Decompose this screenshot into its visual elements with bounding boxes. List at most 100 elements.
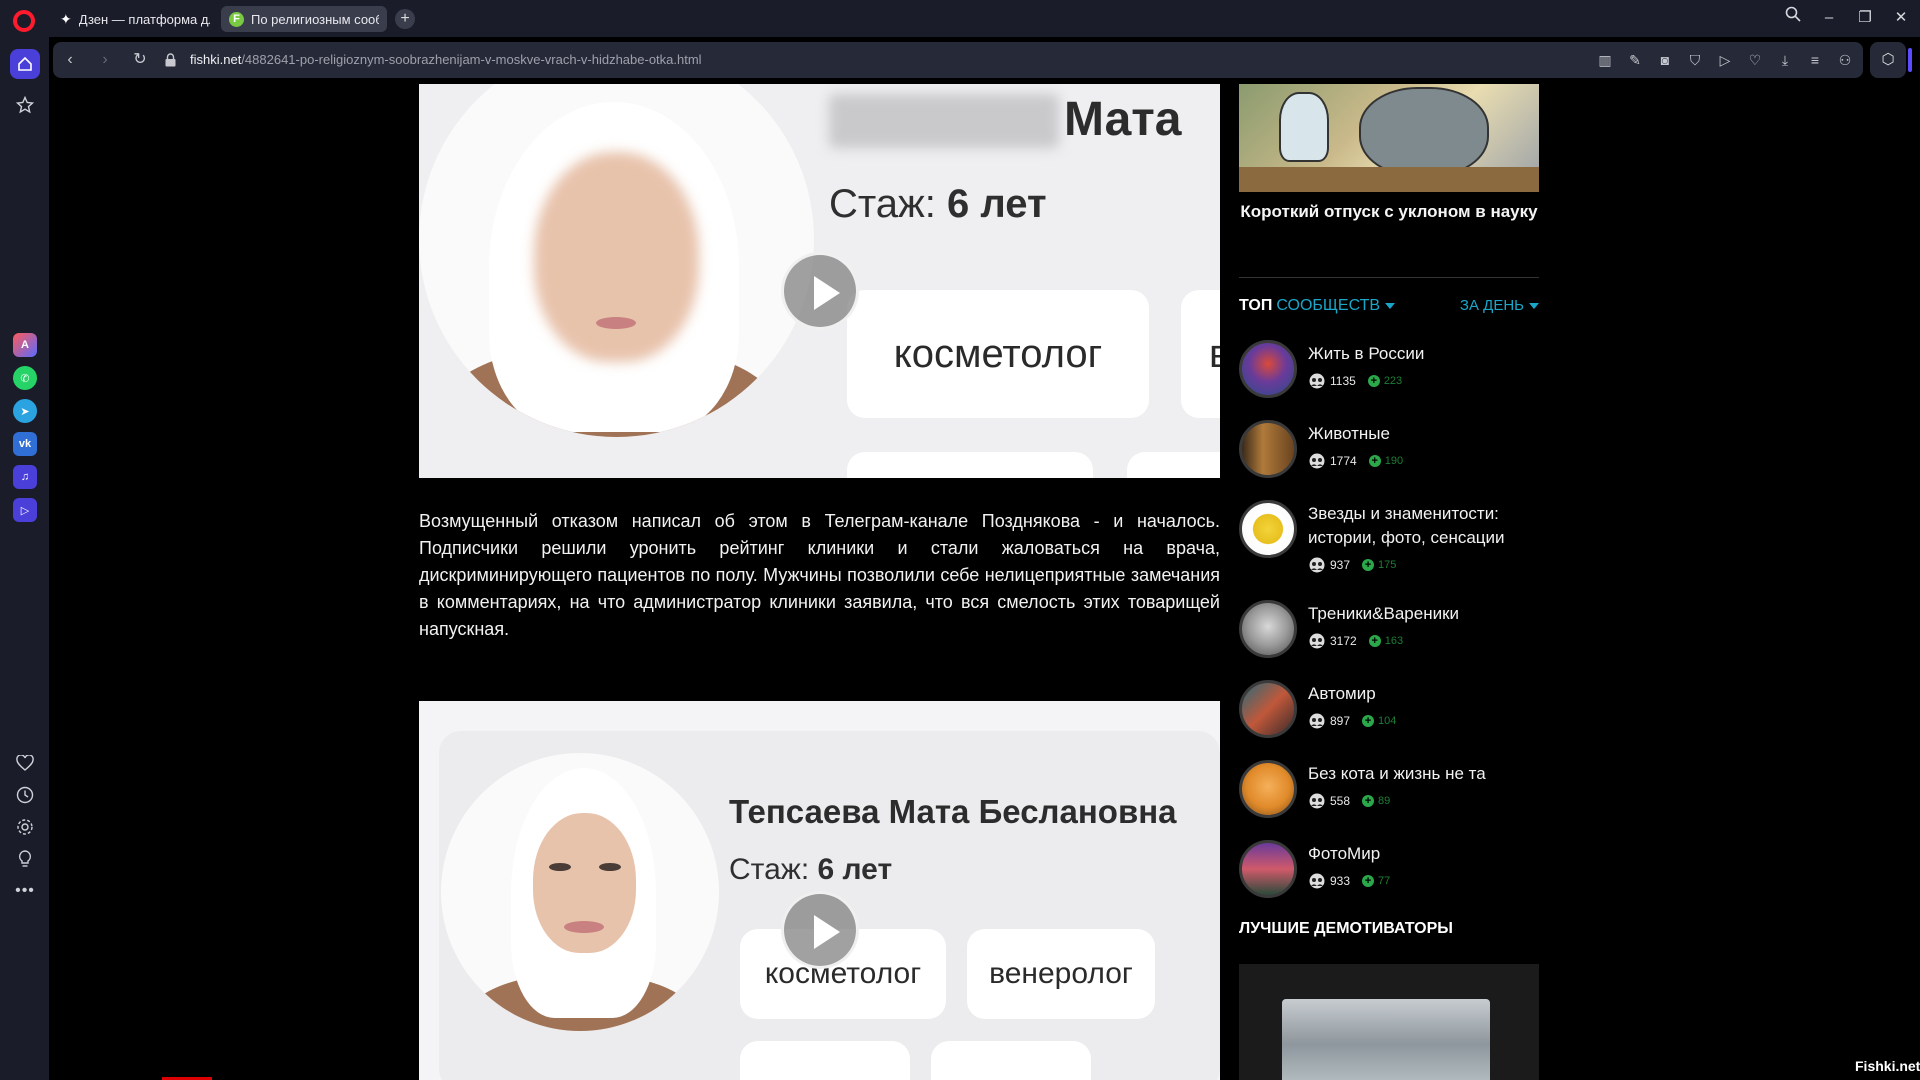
opera-logo-icon[interactable] xyxy=(13,10,35,32)
members-icon xyxy=(1309,453,1325,469)
bookmarks-star-icon[interactable] xyxy=(12,92,38,118)
edit-icon[interactable]: ✎ xyxy=(1626,51,1644,69)
top-communities-heading[interactable]: ТОП СООБЩЕСТВ xyxy=(1239,297,1396,315)
specialty-chip xyxy=(740,1041,910,1080)
webpage-viewport: Мата Стаж: 6 лет косметолог в Возмущенны… xyxy=(53,84,1906,1080)
growth-plus-icon: + xyxy=(1362,875,1375,887)
community-avatar xyxy=(1239,600,1297,658)
growth-plus-icon: + xyxy=(1362,795,1375,807)
doctor-name: Тепсаева Мата Беслановна xyxy=(729,793,1177,830)
back-arrow-icon[interactable]: ‹ xyxy=(60,50,80,70)
flow-send-icon[interactable]: ▷ xyxy=(1716,51,1734,69)
reader-mode-icon[interactable]: ▥ xyxy=(1596,51,1614,69)
dzen-favicon-icon: ✦ xyxy=(60,10,72,27)
history-clock-icon[interactable] xyxy=(12,782,38,808)
promo-image[interactable] xyxy=(1239,84,1539,192)
new-tab-button[interactable]: + xyxy=(395,9,415,29)
close-window-button[interactable]: ✕ xyxy=(1888,6,1914,30)
community-stats: 3172 + 163 xyxy=(1308,633,1403,649)
aria-app-icon[interactable]: A xyxy=(13,333,37,357)
restore-button[interactable]: ❐ xyxy=(1852,6,1878,30)
video-player-1[interactable]: Мата Стаж: 6 лет косметолог в xyxy=(419,84,1220,478)
community-name: Животные xyxy=(1308,424,1390,443)
shield-icon[interactable]: ⛉ xyxy=(1686,51,1704,69)
vk-icon[interactable]: vk xyxy=(13,432,37,456)
doctor-photo xyxy=(419,84,814,437)
reload-icon[interactable]: ↻ xyxy=(130,50,150,70)
community-name: Звезды и знаменитости: истории, фото, се… xyxy=(1308,504,1505,547)
specialty-chip: в xyxy=(1181,290,1220,418)
player-icon[interactable]: ▷ xyxy=(13,498,37,522)
download-icon[interactable]: ⤓ xyxy=(1776,51,1794,69)
tab-strip: ✦ Дзен — платформа для п F По религиозны… xyxy=(0,0,1920,37)
community-item[interactable]: Звезды и знаменитости: истории, фото, се… xyxy=(1239,500,1539,584)
tab-label: Дзен — платформа для п xyxy=(78,11,210,27)
home-icon[interactable] xyxy=(10,49,40,79)
community-name: Без кота и жизнь не та xyxy=(1308,764,1486,783)
community-item[interactable]: Жить в России 1135 + 223 xyxy=(1239,340,1539,402)
tab-fishki-active[interactable]: F По религиозным сообра xyxy=(221,6,387,32)
tab-dzen[interactable]: ✦ Дзен — платформа для п xyxy=(52,6,218,32)
community-item[interactable]: Треники&Вареники 3172 + 163 xyxy=(1239,600,1539,662)
settings-gear-icon[interactable] xyxy=(12,814,38,840)
chevron-down-icon xyxy=(1385,302,1396,309)
specialty-chip xyxy=(931,1041,1091,1080)
heart-icon[interactable]: ♡ xyxy=(1746,51,1764,69)
demotivators-heading[interactable]: ЛУЧШИЕ ДЕМОТИВАТОРЫ xyxy=(1239,920,1453,938)
tips-bulb-icon[interactable] xyxy=(12,846,38,872)
community-stats: 1135 + 223 xyxy=(1308,373,1402,389)
specialty-chip xyxy=(1127,452,1220,478)
promo-caption-link[interactable]: Короткий отпуск с уклоном в науку xyxy=(1239,202,1539,222)
specialty-chip: косметолог xyxy=(847,290,1149,418)
community-avatar xyxy=(1239,420,1297,478)
divider xyxy=(1239,277,1539,278)
play-button[interactable] xyxy=(781,252,859,330)
heart-icon[interactable] xyxy=(12,750,38,776)
profile-icon[interactable]: ⚇ xyxy=(1836,51,1854,69)
community-stats: 897 + 104 xyxy=(1308,713,1396,729)
tab-label: По религиозным сообра xyxy=(251,11,379,27)
members-icon xyxy=(1309,713,1325,729)
community-name: Жить в России xyxy=(1308,344,1425,363)
experience-label: Стаж: 6 лет xyxy=(829,182,1047,226)
watermark: Fishki.net xyxy=(1855,1058,1920,1074)
community-item[interactable]: Животные 1774 + 190 xyxy=(1239,420,1539,482)
minimize-button[interactable]: – xyxy=(1816,6,1842,30)
community-avatar xyxy=(1239,840,1297,898)
growth-plus-icon: + xyxy=(1362,715,1375,727)
play-button[interactable] xyxy=(781,891,859,969)
fishki-favicon-icon: F xyxy=(229,11,244,27)
chevron-down-icon xyxy=(1529,303,1539,310)
community-item[interactable]: Автомир 897 + 104 xyxy=(1239,680,1539,742)
url-field[interactable]: fishki.net/4882641-po-religioznym-soobra… xyxy=(190,52,702,67)
community-avatar xyxy=(1239,500,1297,558)
community-stats: 933 + 77 xyxy=(1308,873,1390,889)
forward-arrow-icon[interactable]: › xyxy=(95,50,115,70)
telegram-icon[interactable]: ➤ xyxy=(13,399,37,423)
demotivator-image[interactable] xyxy=(1282,999,1490,1080)
address-bar: ‹ › ↻ fishki.net/4882641-po-religioznym-… xyxy=(53,42,1863,78)
period-dropdown[interactable]: ЗА ДЕНЬ xyxy=(1445,297,1539,314)
easy-setup-menu-icon[interactable]: ≡ xyxy=(1806,51,1824,69)
specialty-chip xyxy=(847,452,1093,478)
extensions-cube-icon[interactable]: ⬡ xyxy=(1870,42,1906,78)
members-icon xyxy=(1309,793,1325,809)
more-options-icon[interactable]: ••• xyxy=(12,878,38,904)
doctor-name: Мата xyxy=(1064,93,1182,146)
music-player-icon[interactable]: ♫ xyxy=(13,465,37,489)
community-item[interactable]: Без кота и жизнь не та 558 + 89 xyxy=(1239,760,1539,822)
community-item[interactable]: ФотоМир 933 + 77 xyxy=(1239,840,1539,902)
experience-label: Стаж: 6 лет xyxy=(729,853,893,886)
search-tabs-icon[interactable] xyxy=(1780,6,1806,30)
community-name: Автомир xyxy=(1308,684,1376,703)
community-avatar xyxy=(1239,760,1297,818)
article-paragraph: Возмущенный отказом написал об этом в Те… xyxy=(419,511,1220,639)
snapshot-camera-icon[interactable]: ◙ xyxy=(1656,51,1674,69)
community-name: ФотоМир xyxy=(1308,844,1381,863)
whatsapp-icon[interactable]: ✆ xyxy=(13,366,37,390)
opera-sidebar: A ✆ ➤ vk ♫ ▷ ••• xyxy=(0,37,49,1080)
doctor-photo xyxy=(441,753,719,1031)
growth-plus-icon: + xyxy=(1368,455,1381,467)
video-player-2[interactable]: Тепсаева Мата Беслановна Стаж: 6 лет кос… xyxy=(419,701,1220,1080)
growth-plus-icon: + xyxy=(1367,375,1380,387)
